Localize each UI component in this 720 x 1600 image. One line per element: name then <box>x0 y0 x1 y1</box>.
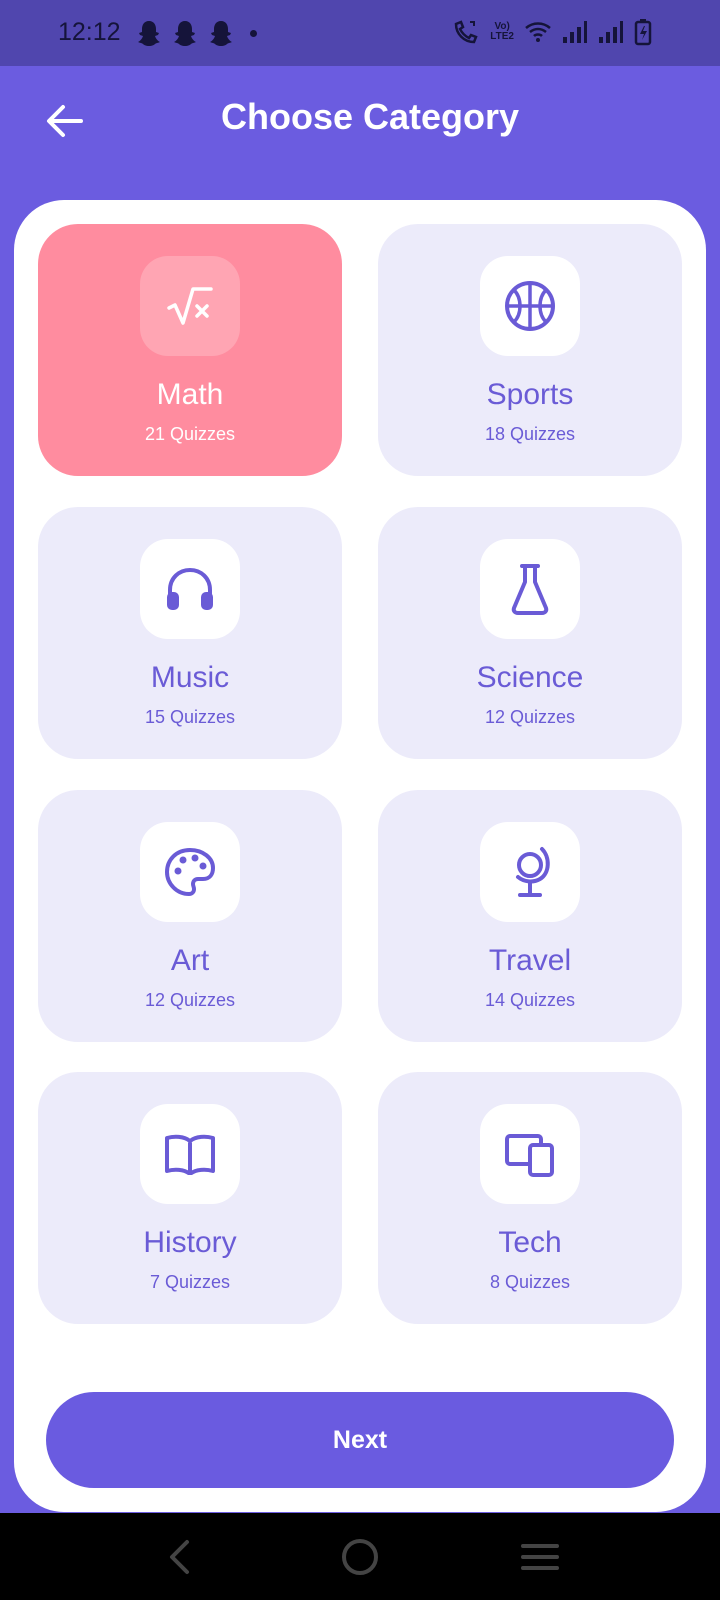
category-name: Tech <box>498 1226 562 1259</box>
system-icons: Vo) LTE2 <box>452 18 652 46</box>
category-name: History <box>143 1226 237 1259</box>
nav-back-icon <box>170 1540 189 1574</box>
headphones-icon <box>167 567 213 610</box>
signal-icon <box>563 21 587 43</box>
tile-icon-container <box>140 256 240 356</box>
nav-menu-icon <box>521 1544 559 1570</box>
more-notifications-dot <box>250 29 257 37</box>
category-count: 21 Quizzes <box>144 424 236 444</box>
category-count: 15 Quizzes <box>144 707 236 727</box>
category-tile-math[interactable]: Math 21 Quizzes <box>38 224 342 476</box>
category-count: 12 Quizzes <box>484 707 576 727</box>
nav-menu-button[interactable] <box>518 1535 562 1579</box>
book-icon <box>165 1134 215 1175</box>
category-card: Math 21 Quizzes Sports 18 Quizzes Music … <box>14 200 706 1512</box>
palette-icon <box>164 847 216 897</box>
volte-icon: Vo) LTE2 <box>490 21 514 42</box>
category-tile-music[interactable]: Music 15 Quizzes <box>38 507 342 759</box>
globe-icon <box>516 847 550 897</box>
category-tile-art[interactable]: Art 12 Quizzes <box>38 790 342 1042</box>
category-name: Art <box>170 944 210 977</box>
tile-icon-container <box>140 1104 240 1204</box>
signal-icon <box>599 21 623 43</box>
category-tile-sports[interactable]: Sports 18 Quizzes <box>378 224 682 476</box>
nav-home-button[interactable] <box>338 1535 382 1579</box>
tile-icon-container <box>480 256 580 356</box>
page-title: Choose Category <box>220 96 520 137</box>
snapchat-icon <box>174 21 196 46</box>
category-count: 14 Quizzes <box>484 990 576 1010</box>
category-tile-history[interactable]: History 7 Quizzes <box>38 1072 342 1324</box>
square-root-icon <box>167 287 213 325</box>
status-time: 12:12 <box>58 18 121 46</box>
snapchat-icon <box>210 21 232 46</box>
category-name: Travel <box>488 944 572 977</box>
category-count: 12 Quizzes <box>144 990 236 1010</box>
notification-icons <box>136 19 257 47</box>
header: Choose Category <box>0 66 720 196</box>
flask-icon <box>511 564 549 615</box>
battery-charging-icon <box>634 19 652 46</box>
status-bar: 12:12 Vo) LTE2 <box>0 0 720 66</box>
tile-icon-container <box>480 539 580 639</box>
snapchat-icon <box>138 21 160 46</box>
category-count: 7 Quizzes <box>149 1272 231 1292</box>
nav-home-icon <box>342 1539 378 1575</box>
tile-icon-container <box>480 822 580 922</box>
category-name: Math <box>156 378 224 411</box>
category-count: 18 Quizzes <box>484 424 576 444</box>
tile-icon-container <box>480 1104 580 1204</box>
wifi-calling-icon <box>455 20 478 44</box>
category-name: Sports <box>486 378 574 411</box>
category-tile-science[interactable]: Science 12 Quizzes <box>378 507 682 759</box>
nav-back-button[interactable] <box>158 1535 202 1579</box>
tile-icon-container <box>140 822 240 922</box>
wifi-icon <box>525 22 551 42</box>
tile-icon-container <box>140 539 240 639</box>
category-tile-travel[interactable]: Travel 14 Quizzes <box>378 790 682 1042</box>
basketball-icon <box>505 281 555 331</box>
category-tile-tech[interactable]: Tech 8 Quizzes <box>378 1072 682 1324</box>
category-name: Music <box>150 661 230 694</box>
system-nav-bar <box>0 1513 720 1600</box>
category-name: Science <box>476 661 584 694</box>
next-button[interactable]: Next <box>46 1392 674 1488</box>
category-count: 8 Quizzes <box>489 1272 571 1292</box>
devices-icon <box>505 1134 554 1177</box>
